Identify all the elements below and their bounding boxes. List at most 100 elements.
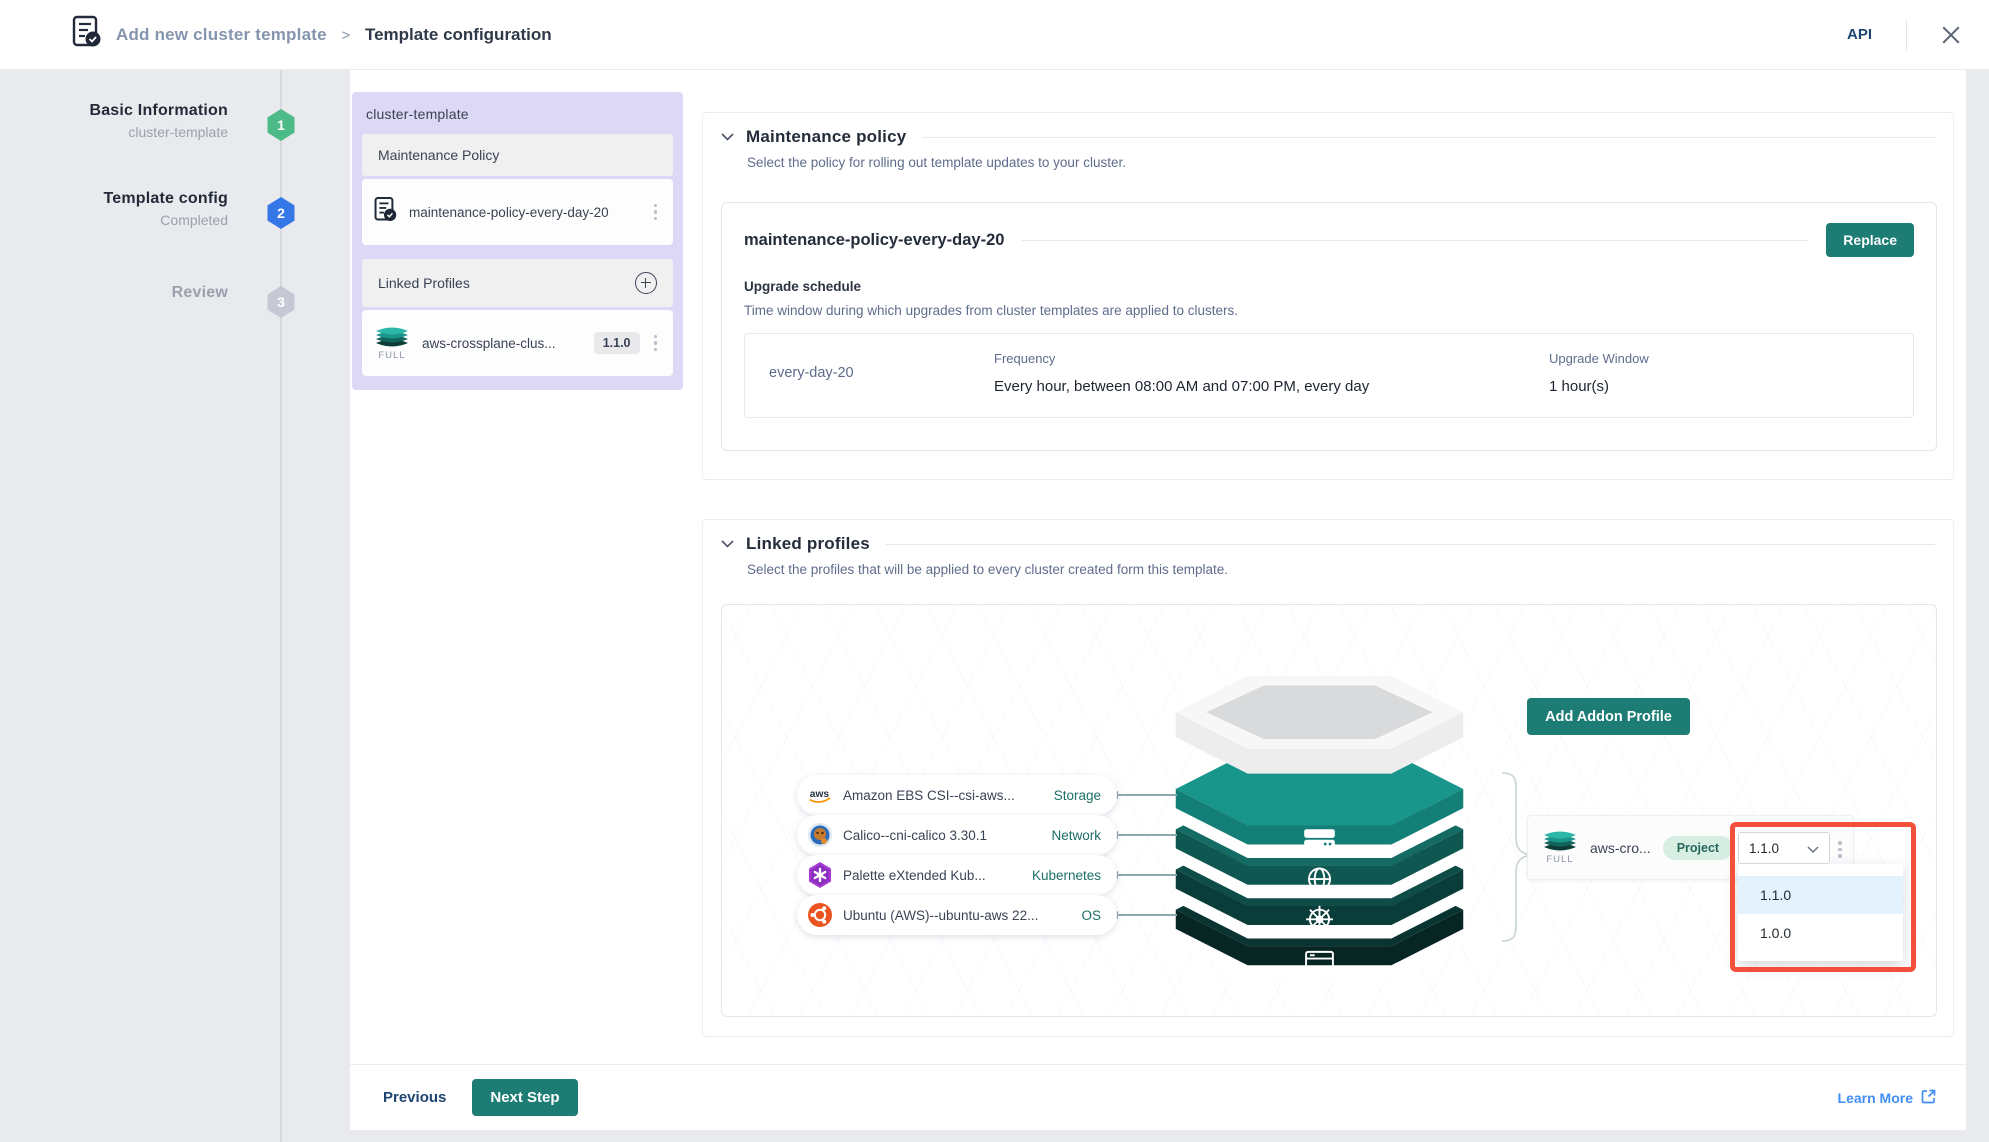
connector-line (1117, 834, 1177, 836)
tree-linked-item-version-badge[interactable]: 1.1.0 (594, 332, 640, 354)
step-title: Basic Information (0, 102, 228, 120)
profile-layers-icon: FULL (1542, 830, 1578, 865)
calico-icon (807, 822, 833, 848)
step-title: Review (0, 284, 228, 302)
breadcrumb-parent[interactable]: Add new cluster template (116, 25, 327, 44)
api-link[interactable]: API (1847, 26, 1872, 43)
stack-layer-top (1176, 676, 1464, 774)
step-badge-2[interactable]: 2 (266, 197, 296, 229)
profile-pill-storage[interactable]: aws Amazon EBS CSI--csi-aws... Storage (797, 775, 1117, 815)
tree-linked-profile-item[interactable]: FULL aws-crossplane-clus... 1.1.0 (362, 310, 673, 376)
cluster-template-tree-panel: cluster-template Maintenance Policy main… (352, 92, 683, 390)
section-rule (922, 137, 1935, 138)
connector-line (1117, 874, 1177, 876)
addon-profile-name: aws-cro... (1590, 840, 1651, 856)
profile-pill-os[interactable]: Ubuntu (AWS)--ubuntu-aws 22... OS (797, 895, 1117, 935)
frequency-value: Every hour, between 08:00 AM and 07:00 P… (994, 378, 1549, 395)
chevron-down-icon (1807, 841, 1819, 856)
step-badge-1[interactable]: 1 (266, 109, 296, 141)
profile-scope-label: FULL (1546, 854, 1573, 865)
palette-icon (807, 862, 833, 888)
connector-line (1117, 914, 1177, 916)
add-addon-profile-button[interactable]: Add Addon Profile (1527, 698, 1690, 735)
section-title: Linked profiles (746, 534, 870, 554)
pill-type: OS (1081, 908, 1101, 923)
version-dropdown: 1.1.0 1.0.0 (1738, 864, 1903, 961)
learn-more-label: Learn More (1838, 1090, 1913, 1106)
close-icon[interactable] (1941, 25, 1961, 45)
breadcrumb-separator: > (341, 27, 350, 44)
tree-maintenance-item-name: maintenance-policy-every-day-20 (409, 205, 650, 220)
step-subtitle: Completed (0, 212, 228, 228)
external-link-icon (1921, 1089, 1936, 1107)
cluster-stack-graphic (1147, 645, 1492, 1000)
step-subtitle: cluster-template (0, 124, 228, 140)
breadcrumb-current: Template configuration (365, 25, 552, 44)
schedule-row: every-day-20 Frequency Every hour, betwe… (744, 333, 1914, 418)
pill-type: Network (1051, 828, 1101, 843)
version-select[interactable]: 1.1.0 (1738, 832, 1830, 864)
frequency-label: Frequency (994, 351, 1549, 366)
maintenance-policy-section: Maintenance policy Select the policy for… (702, 112, 1954, 480)
profile-layers-icon: FULL (374, 326, 410, 361)
step-template-config[interactable]: Template config Completed (0, 190, 228, 228)
policy-rule (1022, 240, 1808, 241)
section-title: Maintenance policy (746, 127, 906, 147)
upgrade-schedule-title: Upgrade schedule (744, 279, 1914, 294)
step-title: Template config (0, 190, 228, 208)
maintenance-doc-icon (374, 196, 397, 228)
ubuntu-icon (807, 902, 833, 928)
pill-name: Ubuntu (AWS)--ubuntu-aws 22... (843, 908, 1081, 923)
upgrade-schedule-desc: Time window during which upgrades from c… (744, 303, 1914, 318)
profiles-visualization: aws Amazon EBS CSI--csi-aws... Storage (721, 604, 1937, 1017)
step-badge-3[interactable]: 3 (266, 286, 296, 318)
tree-maintenance-policy-header: Maintenance Policy (362, 134, 673, 176)
section-subtitle: Select the profiles that will be applied… (747, 562, 1935, 577)
kebab-menu-icon[interactable] (650, 202, 662, 223)
tree-linked-item-name: aws-crossplane-clus... (422, 336, 594, 351)
profile-pill-kubernetes[interactable]: Palette eXtended Kub... Kubernetes (797, 855, 1117, 895)
kebab-menu-icon[interactable] (650, 333, 662, 354)
pill-name: Calico--cni-calico 3.30.1 (843, 828, 1051, 843)
kubernetes-helm-icon (1306, 906, 1333, 933)
profile-pill-network[interactable]: Calico--cni-calico 3.30.1 Network (797, 815, 1117, 855)
step-basic-information[interactable]: Basic Information cluster-template (0, 102, 228, 140)
next-step-button[interactable]: Next Step (472, 1079, 577, 1116)
section-subtitle: Select the policy for rolling out templa… (747, 155, 1935, 170)
main-panel: cluster-template Maintenance Policy main… (350, 70, 1966, 1130)
tree-linked-profiles-label: Linked Profiles (378, 275, 470, 291)
breadcrumb: Add new cluster template > Template conf… (116, 25, 552, 45)
version-option[interactable]: 1.1.0 (1738, 876, 1903, 914)
pill-type: Kubernetes (1032, 868, 1101, 883)
pill-name: Palette eXtended Kub... (843, 868, 1032, 883)
svg-text:aws: aws (810, 789, 830, 800)
tree-title: cluster-template (362, 104, 673, 134)
linked-profiles-section: Linked profiles Select the profiles that… (702, 519, 1954, 1037)
maintenance-policy-card: maintenance-policy-every-day-20 Replace … (721, 202, 1937, 451)
top-bar: Add new cluster template > Template conf… (0, 0, 1989, 70)
section-rule (886, 544, 1935, 545)
tree-linked-profiles-header: Linked Profiles (362, 259, 673, 307)
version-option[interactable]: 1.0.0 (1738, 914, 1903, 952)
profile-scope-label: FULL (378, 350, 405, 361)
policy-name: maintenance-policy-every-day-20 (744, 231, 1004, 250)
tree-maintenance-policy-item[interactable]: maintenance-policy-every-day-20 (362, 179, 673, 245)
chevron-down-icon[interactable] (721, 535, 734, 553)
previous-button[interactable]: Previous (383, 1089, 446, 1106)
step-review[interactable]: Review (0, 284, 228, 302)
aws-icon: aws (807, 782, 833, 808)
upgrade-window-label: Upgrade Window (1549, 351, 1889, 366)
learn-more-link[interactable]: Learn More (1838, 1089, 1936, 1107)
kebab-menu-icon[interactable] (1834, 839, 1846, 860)
pill-name: Amazon EBS CSI--csi-aws... (843, 788, 1054, 803)
pill-type: Storage (1054, 788, 1101, 803)
version-select-value: 1.1.0 (1749, 841, 1779, 856)
tree-maintenance-policy-label: Maintenance Policy (378, 147, 499, 163)
stepper-line (280, 70, 282, 1142)
chevron-down-icon[interactable] (721, 128, 734, 146)
schedule-name: every-day-20 (769, 351, 994, 395)
add-profile-plus-icon[interactable] (635, 272, 657, 294)
footer-bar: Previous Next Step Learn More (350, 1064, 1966, 1130)
cluster-template-doc-icon (72, 15, 102, 54)
replace-button[interactable]: Replace (1826, 223, 1914, 257)
